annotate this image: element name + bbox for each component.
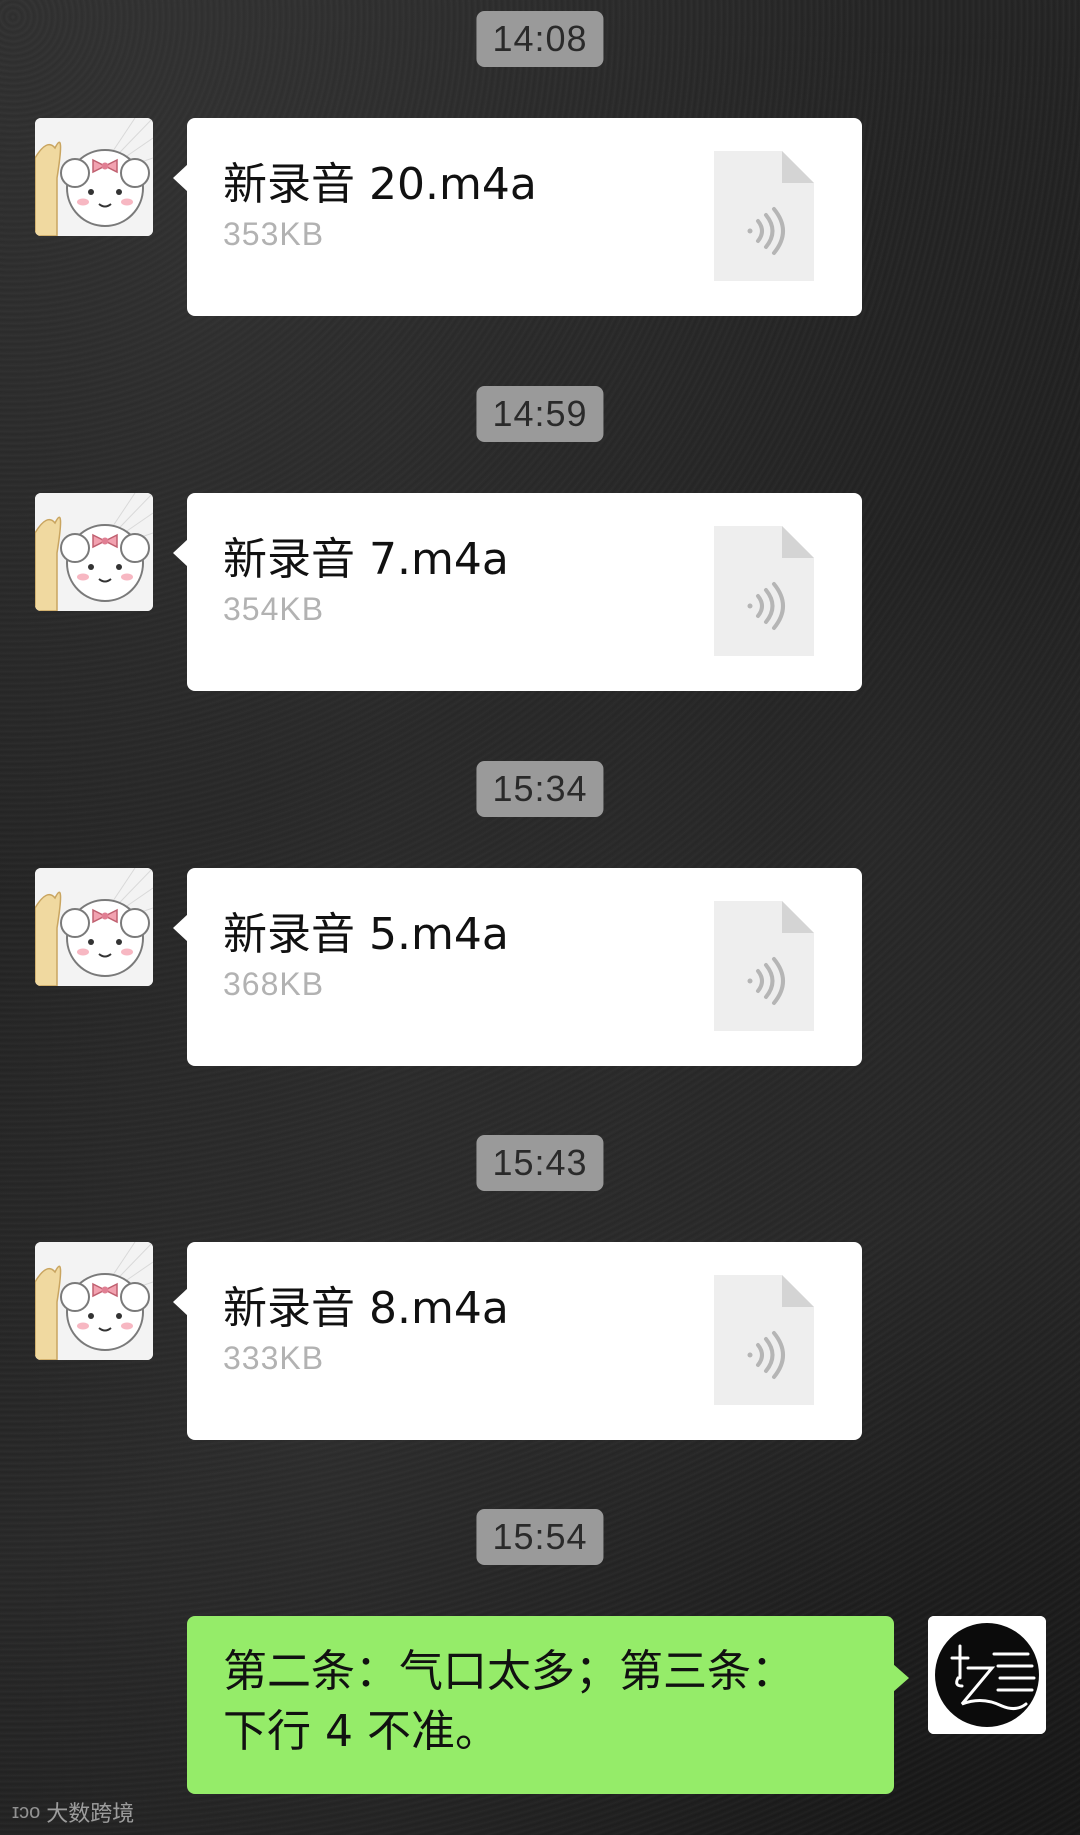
contact-avatar[interactable] <box>35 1242 153 1360</box>
file-size: 333KB <box>223 1340 325 1376</box>
music-logo-avatar-icon <box>928 1616 1046 1734</box>
audio-file-icon <box>714 526 814 656</box>
audio-file-icon <box>714 1275 814 1405</box>
timestamp: 15:34 <box>476 761 604 817</box>
timestamp: 15:54 <box>476 1509 604 1565</box>
file-size: 354KB <box>223 591 325 627</box>
cartoon-dog-avatar-icon <box>35 1242 153 1360</box>
file-name: 新录音 20.m4a <box>223 159 537 210</box>
message-line: 下行 4 不准。 <box>223 1706 499 1757</box>
contact-avatar[interactable] <box>35 868 153 986</box>
cartoon-dog-avatar-icon <box>35 493 153 611</box>
audio-file-icon <box>714 151 814 281</box>
watermark-logo: ɪɔᴏ <box>12 1800 41 1823</box>
timestamp: 15:43 <box>476 1135 604 1191</box>
file-message-bubble[interactable]: 新录音 5.m4a 368KB <box>173 868 862 1066</box>
cartoon-dog-avatar-icon <box>35 868 153 986</box>
timestamp: 14:59 <box>476 386 604 442</box>
message-text: 第二条：气口太多；第三条： 下行 4 不准。 <box>223 1642 858 1762</box>
contact-avatar[interactable] <box>35 493 153 611</box>
timestamp: 14:08 <box>476 11 604 67</box>
audio-file-icon <box>714 901 814 1031</box>
watermark-text: 大数跨境 <box>46 1802 135 1827</box>
cartoon-dog-avatar-icon <box>35 118 153 236</box>
message-line: 第二条：气口太多；第三条： <box>223 1646 795 1697</box>
self-avatar[interactable] <box>928 1616 1046 1734</box>
watermark: ɪɔᴏ 大数跨境 <box>12 1796 134 1828</box>
sent-text-message-bubble[interactable]: 第二条：气口太多；第三条： 下行 4 不准。 <box>187 1616 909 1794</box>
file-name: 新录音 7.m4a <box>223 534 509 585</box>
file-name: 新录音 5.m4a <box>223 909 509 960</box>
file-message-bubble[interactable]: 新录音 20.m4a 353KB <box>173 118 862 316</box>
file-size: 368KB <box>223 966 325 1002</box>
contact-avatar[interactable] <box>35 118 153 236</box>
file-size: 353KB <box>223 216 325 252</box>
file-name: 新录音 8.m4a <box>223 1283 509 1334</box>
file-message-bubble[interactable]: 新录音 7.m4a 354KB <box>173 493 862 691</box>
file-message-bubble[interactable]: 新录音 8.m4a 333KB <box>173 1242 862 1440</box>
